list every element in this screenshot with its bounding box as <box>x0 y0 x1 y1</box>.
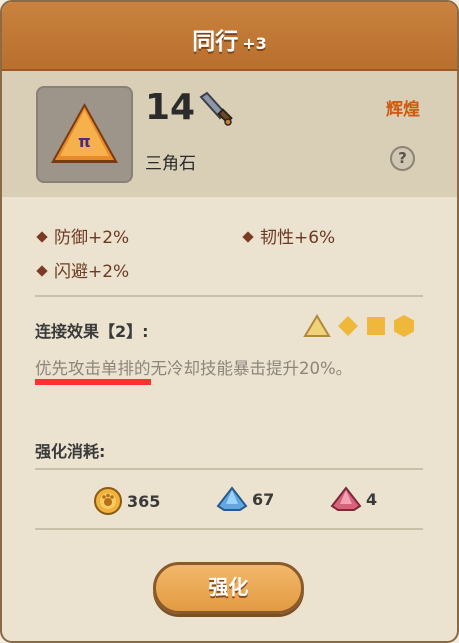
stat-defense: 防御+2% <box>36 223 130 248</box>
cost-title: 强化消耗: <box>35 442 106 461</box>
stat-dodge: 闪避+2% <box>36 257 130 282</box>
upgrade-panel: 同行 +3 π 14 三角石 辉煌 ? 防御+2% 韧性+6% 闪避+2% 连接… <box>0 0 459 643</box>
triangle-icon <box>303 314 331 337</box>
rarity-label: 辉煌 <box>386 100 420 120</box>
hexagon-icon <box>394 315 414 337</box>
link-shapes <box>303 314 415 338</box>
header-bar: 同行 +3 <box>2 2 457 71</box>
divider <box>35 468 423 470</box>
stat-label: 闪避+2% <box>54 262 130 282</box>
item-name: 三角石 <box>145 154 196 174</box>
item-summary: π 14 三角石 辉煌 ? <box>2 71 457 197</box>
blue-crystal-amount: 67 <box>252 489 275 509</box>
title-wrap: 同行 +3 <box>2 22 457 56</box>
blue-crystal-icon <box>216 486 248 511</box>
stat-label: 韧性+6% <box>260 228 336 248</box>
link-effect-description: 优先攻击单排的无冷却技能暴击提升20%。 <box>35 359 353 378</box>
sword-icon <box>197 91 235 133</box>
red-crystal-icon <box>330 486 362 511</box>
svg-text:π: π <box>78 132 91 151</box>
diamond-bullet-icon <box>36 265 48 277</box>
link-effect-title: 连接效果【2】: <box>35 322 149 341</box>
coin-icon <box>94 487 122 515</box>
cost-blue-crystal: 67 <box>216 486 274 512</box>
panel-title: 同行 <box>192 29 239 55</box>
item-level: 14 <box>145 87 196 128</box>
square-icon <box>367 317 385 335</box>
triangle-stone-icon: π <box>51 103 118 163</box>
red-crystal-amount: 4 <box>366 489 378 509</box>
coin-amount: 365 <box>127 491 161 511</box>
title-plus-level: +3 <box>242 34 267 53</box>
stat-label: 防御+2% <box>54 228 130 248</box>
item-icon-box[interactable]: π <box>36 86 133 183</box>
divider <box>35 295 423 297</box>
highlight-underline <box>35 379 151 385</box>
divider <box>35 528 423 530</box>
cost-coin: 365 <box>93 486 160 516</box>
diamond-icon <box>338 316 358 336</box>
help-icon[interactable]: ? <box>390 146 415 171</box>
cost-red-crystal: 4 <box>330 486 377 512</box>
diamond-bullet-icon <box>36 231 48 243</box>
stat-toughness: 韧性+6% <box>242 223 336 248</box>
enhance-button[interactable]: 强化 <box>153 562 304 614</box>
diamond-bullet-icon <box>242 231 254 243</box>
